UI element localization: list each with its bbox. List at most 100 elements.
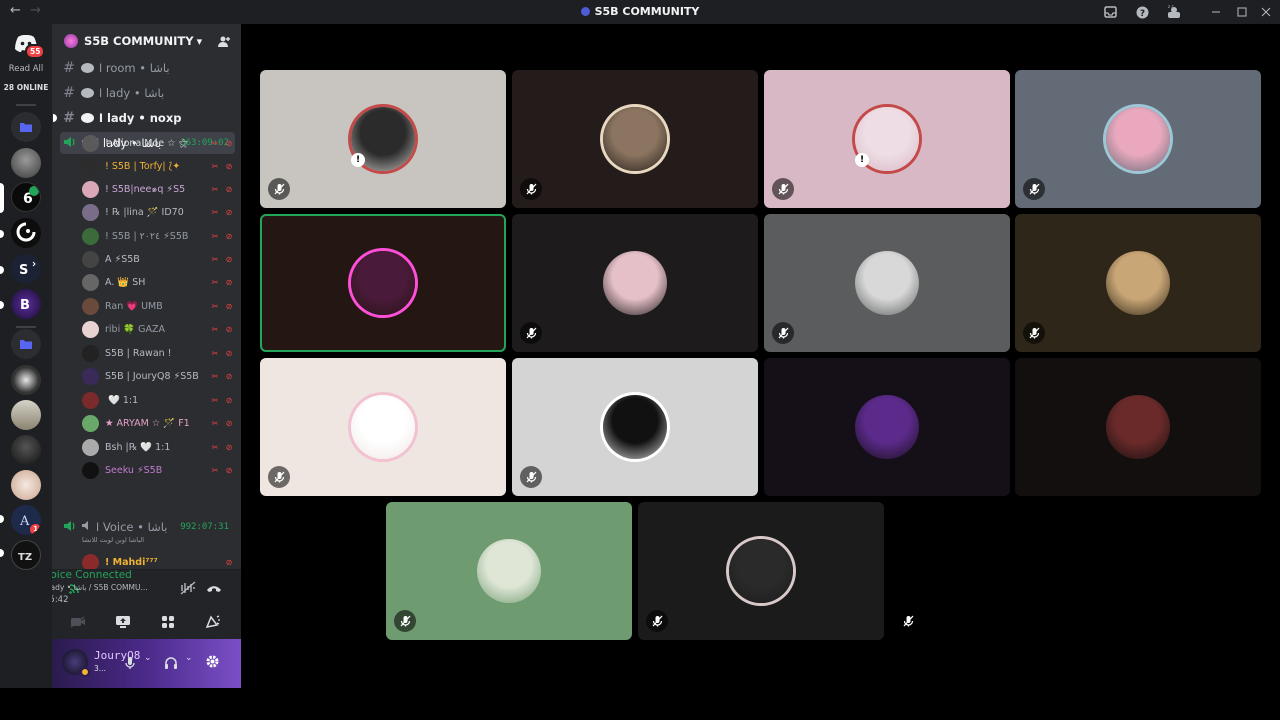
- server-icon-2[interactable]: [11, 218, 41, 248]
- screen-share-button[interactable]: [103, 610, 143, 634]
- voice-member[interactable]: Bsh |℞ 🤍 1:1 ✂ ⊘: [82, 437, 236, 457]
- server-icon-8[interactable]: [11, 470, 41, 500]
- home-button[interactable]: 55: [13, 32, 46, 59]
- maximize-icon[interactable]: [1234, 4, 1250, 20]
- channel-lady[interactable]: # ا lady • باشا: [60, 82, 235, 104]
- participant-tile[interactable]: [260, 358, 506, 496]
- server-folder-icon[interactable]: [11, 112, 41, 142]
- member-name: A. 👑 SH: [105, 276, 146, 288]
- voice-member[interactable]: ! Aliona Moe ☆ ⚝ ✂ ⊘: [82, 133, 236, 153]
- voice-channel-link[interactable]: ا lady • باشا / S5B COMMU...: [52, 583, 148, 592]
- server-folder-icon[interactable]: [11, 329, 41, 359]
- participant-tile[interactable]: [260, 214, 506, 352]
- invite-icon[interactable]: [217, 34, 231, 53]
- server-icon-5[interactable]: [11, 365, 41, 395]
- deafen-icon: ⊘: [225, 138, 233, 148]
- avatar: [82, 273, 99, 291]
- rail-divider: [16, 326, 36, 328]
- voice-channel-voice[interactable]: ا Voice • باشا 992:07:31: [60, 516, 235, 538]
- mic-muted-icon: [520, 178, 542, 200]
- voice-member[interactable]: S5B | JouryQ8 ⚡S5B ✂ ⊘: [82, 366, 236, 386]
- mic-muted-icon: [268, 466, 290, 488]
- channel-lady-noxp[interactable]: # ا lady • noxp: [53, 107, 235, 129]
- participant-tile[interactable]: !: [260, 70, 506, 208]
- speaker-active-icon: [60, 136, 78, 151]
- settings-gear-icon[interactable]: [205, 654, 220, 673]
- participant-avatar: [729, 539, 793, 603]
- server-icon-6[interactable]: [11, 400, 41, 430]
- voice-member[interactable]: ! ℞ |lina 🪄 ID70 ✂ ⊘: [82, 202, 236, 222]
- speaker-icon: [78, 520, 96, 534]
- participant-tile[interactable]: [764, 214, 1010, 352]
- voice-member[interactable]: ‏‏‎ 🤍 1:1 ✂ ⊘: [82, 390, 236, 410]
- participant-tile[interactable]: [512, 214, 758, 352]
- participant-tile[interactable]: [512, 70, 758, 208]
- mic-muted-icon: ✂: [211, 465, 219, 475]
- member-name: Bsh |℞ 🤍 1:1: [105, 441, 171, 453]
- close-icon[interactable]: [1258, 4, 1274, 20]
- participant-avatar: !: [855, 107, 919, 171]
- chevron-down-icon: ▾: [196, 34, 203, 48]
- participant-tile[interactable]: [1015, 70, 1261, 208]
- deafen-icon: ⊘: [225, 465, 233, 475]
- mic-muted-icon: ✂: [211, 301, 219, 311]
- participant-tile[interactable]: [1015, 214, 1261, 352]
- update-icon[interactable]: z z: [1166, 4, 1182, 20]
- participant-avatar: [1106, 251, 1170, 315]
- channel-room[interactable]: # ا room • باشا: [60, 57, 235, 79]
- member-name: ! S5B | Torfy| ⟅✦: [105, 160, 181, 172]
- server-header[interactable]: S5B COMMUNITY ▾: [52, 24, 241, 58]
- participant-tile[interactable]: !: [764, 70, 1010, 208]
- participant-tile[interactable]: [512, 358, 758, 496]
- server-icon: [580, 7, 590, 16]
- voice-member[interactable]: ! S5B|nee๑q ⚡S5 ✂ ⊘: [82, 179, 236, 199]
- voice-member[interactable]: ★ ARYAM ☆ 🪄 F1 ✂ ⊘: [82, 413, 236, 433]
- channel-name: ا lady • باشا: [99, 86, 165, 100]
- mic-muted-icon: ✂: [211, 277, 219, 287]
- server-icon-4[interactable]: B: [11, 289, 41, 319]
- voice-member[interactable]: ! S5B | Torfy| ⟅✦ ✂ ⊘: [82, 156, 236, 176]
- speaker-active-icon: [60, 520, 78, 535]
- participant-tile[interactable]: [386, 502, 632, 640]
- soundboard-button[interactable]: [193, 610, 233, 634]
- help-icon[interactable]: ?: [1134, 4, 1150, 20]
- audio-options-chevron-icon[interactable]: ⌄: [185, 653, 193, 663]
- deafen-icon: ⊘: [225, 371, 233, 381]
- avatar: [82, 320, 99, 338]
- server-icon-10[interactable]: TZ: [11, 540, 41, 570]
- voice-member[interactable]: A. 👑 SH ✂ ⊘: [82, 272, 236, 292]
- status-moon-icon: [80, 667, 90, 677]
- server-icon-3[interactable]: S: [11, 254, 41, 284]
- mic-options-chevron-icon[interactable]: ⌄: [144, 653, 152, 663]
- participant-tile[interactable]: [638, 502, 884, 640]
- minimize-icon[interactable]: [1208, 4, 1224, 20]
- microphone-icon[interactable]: [124, 655, 136, 674]
- voice-status[interactable]: Voice Connected: [52, 569, 132, 581]
- user-avatar[interactable]: [62, 649, 90, 677]
- svg-text:S: S: [19, 263, 28, 278]
- voice-member[interactable]: S5B | Rawan ! ✂ ⊘: [82, 343, 236, 363]
- headphones-icon[interactable]: [164, 655, 178, 674]
- voice-member[interactable]: Seeku ⚡S5B ✂ ⊘: [82, 460, 236, 480]
- voice-member[interactable]: ! S5B | ٢٠٢٤ ⚡S5B ✂ ⊘: [82, 226, 236, 246]
- participant-tile[interactable]: [889, 502, 1135, 640]
- svg-text:z z: z z: [1168, 4, 1173, 9]
- camera-off-button[interactable]: [58, 610, 98, 634]
- noise-suppression-icon[interactable]: [180, 580, 196, 599]
- read-all-button[interactable]: Read All: [0, 64, 52, 74]
- member-name: ! ℞ |lina 🪄 ID70: [105, 206, 184, 218]
- participant-tile[interactable]: [764, 358, 1010, 496]
- voice-member[interactable]: Ran 💗 UMB ✂ ⊘: [82, 296, 236, 316]
- server-icon-s5b[interactable]: 6: [11, 182, 41, 212]
- server-icon-9[interactable]: A 1: [11, 505, 41, 535]
- voice-member[interactable]: A ⚡S5B ✂ ⊘: [82, 249, 236, 269]
- mic-muted-icon: ✂: [211, 442, 219, 452]
- participant-tile[interactable]: [1015, 358, 1261, 496]
- activities-button[interactable]: [148, 610, 188, 634]
- participant-avatar: [603, 251, 667, 315]
- server-icon-1[interactable]: [11, 148, 41, 178]
- inbox-icon[interactable]: [1102, 4, 1118, 20]
- disconnect-icon[interactable]: [206, 580, 222, 599]
- server-icon-7[interactable]: [11, 435, 41, 465]
- voice-member[interactable]: ribi 🍀 GAZA ✂ ⊘: [82, 319, 236, 339]
